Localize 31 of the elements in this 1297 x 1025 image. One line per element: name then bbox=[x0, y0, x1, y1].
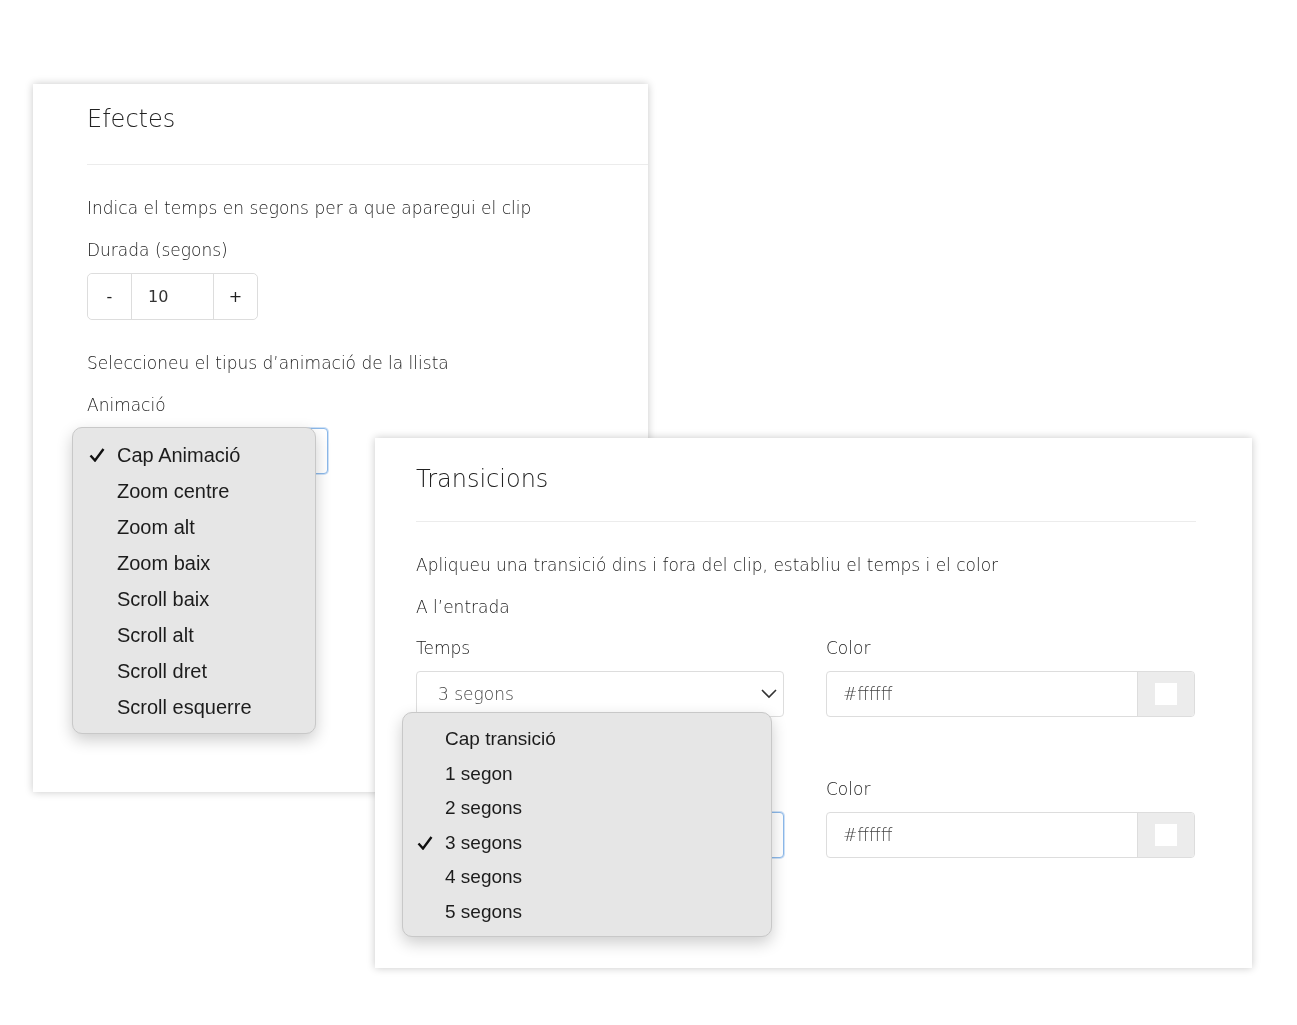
menu-item[interactable]: 5 segons bbox=[403, 894, 771, 929]
color-label: Color bbox=[826, 778, 872, 800]
duration-label: Durada (segons) bbox=[87, 239, 229, 261]
time-label: Temps bbox=[416, 637, 472, 659]
menu-item[interactable]: 4 segons bbox=[403, 860, 771, 895]
menu-item[interactable]: Zoom alt bbox=[73, 509, 315, 545]
menu-item[interactable]: Scroll baix bbox=[73, 581, 315, 617]
menu-item[interactable]: Cap Animació bbox=[73, 437, 315, 473]
color-field[interactable]: #ffffff bbox=[826, 671, 1195, 717]
panel-title: Efectes bbox=[87, 104, 177, 135]
menu-item[interactable]: Cap transició bbox=[403, 722, 771, 757]
menu-item[interactable]: 1 segon bbox=[403, 756, 771, 791]
menu-item[interactable]: Scroll esquerre bbox=[73, 689, 315, 725]
color-field[interactable]: #ffffff bbox=[826, 812, 1195, 858]
duration-input[interactable]: 10 bbox=[131, 274, 214, 319]
transitions-hint: Apliqueu una transició dins i fora del clip, establiu el temps i el color bbox=[416, 554, 1000, 576]
time-select[interactable]: 3 segons bbox=[416, 671, 784, 717]
menu-item[interactable]: Zoom baix bbox=[73, 545, 315, 581]
panel-title: Transicions bbox=[416, 464, 550, 495]
animation-hint: Seleccioneu el tipus d’animació de la llista bbox=[87, 352, 450, 374]
menu-item[interactable]: Scroll alt bbox=[73, 617, 315, 653]
entry-label: A l’entrada bbox=[416, 596, 511, 618]
menu-item[interactable]: Zoom centre bbox=[73, 473, 315, 509]
menu-item[interactable]: 2 segons bbox=[403, 791, 771, 826]
chevron-down-icon bbox=[761, 689, 777, 699]
color-label: Color bbox=[826, 637, 872, 659]
menu-item[interactable]: 3 segons bbox=[403, 825, 771, 860]
duration-hint: Indica el temps en segons per a que aparegui el clip bbox=[87, 197, 533, 219]
animation-label: Animació bbox=[87, 394, 167, 416]
duration-stepper[interactable]: - 10 + bbox=[87, 273, 258, 320]
menu-item[interactable]: Scroll dret bbox=[73, 653, 315, 689]
